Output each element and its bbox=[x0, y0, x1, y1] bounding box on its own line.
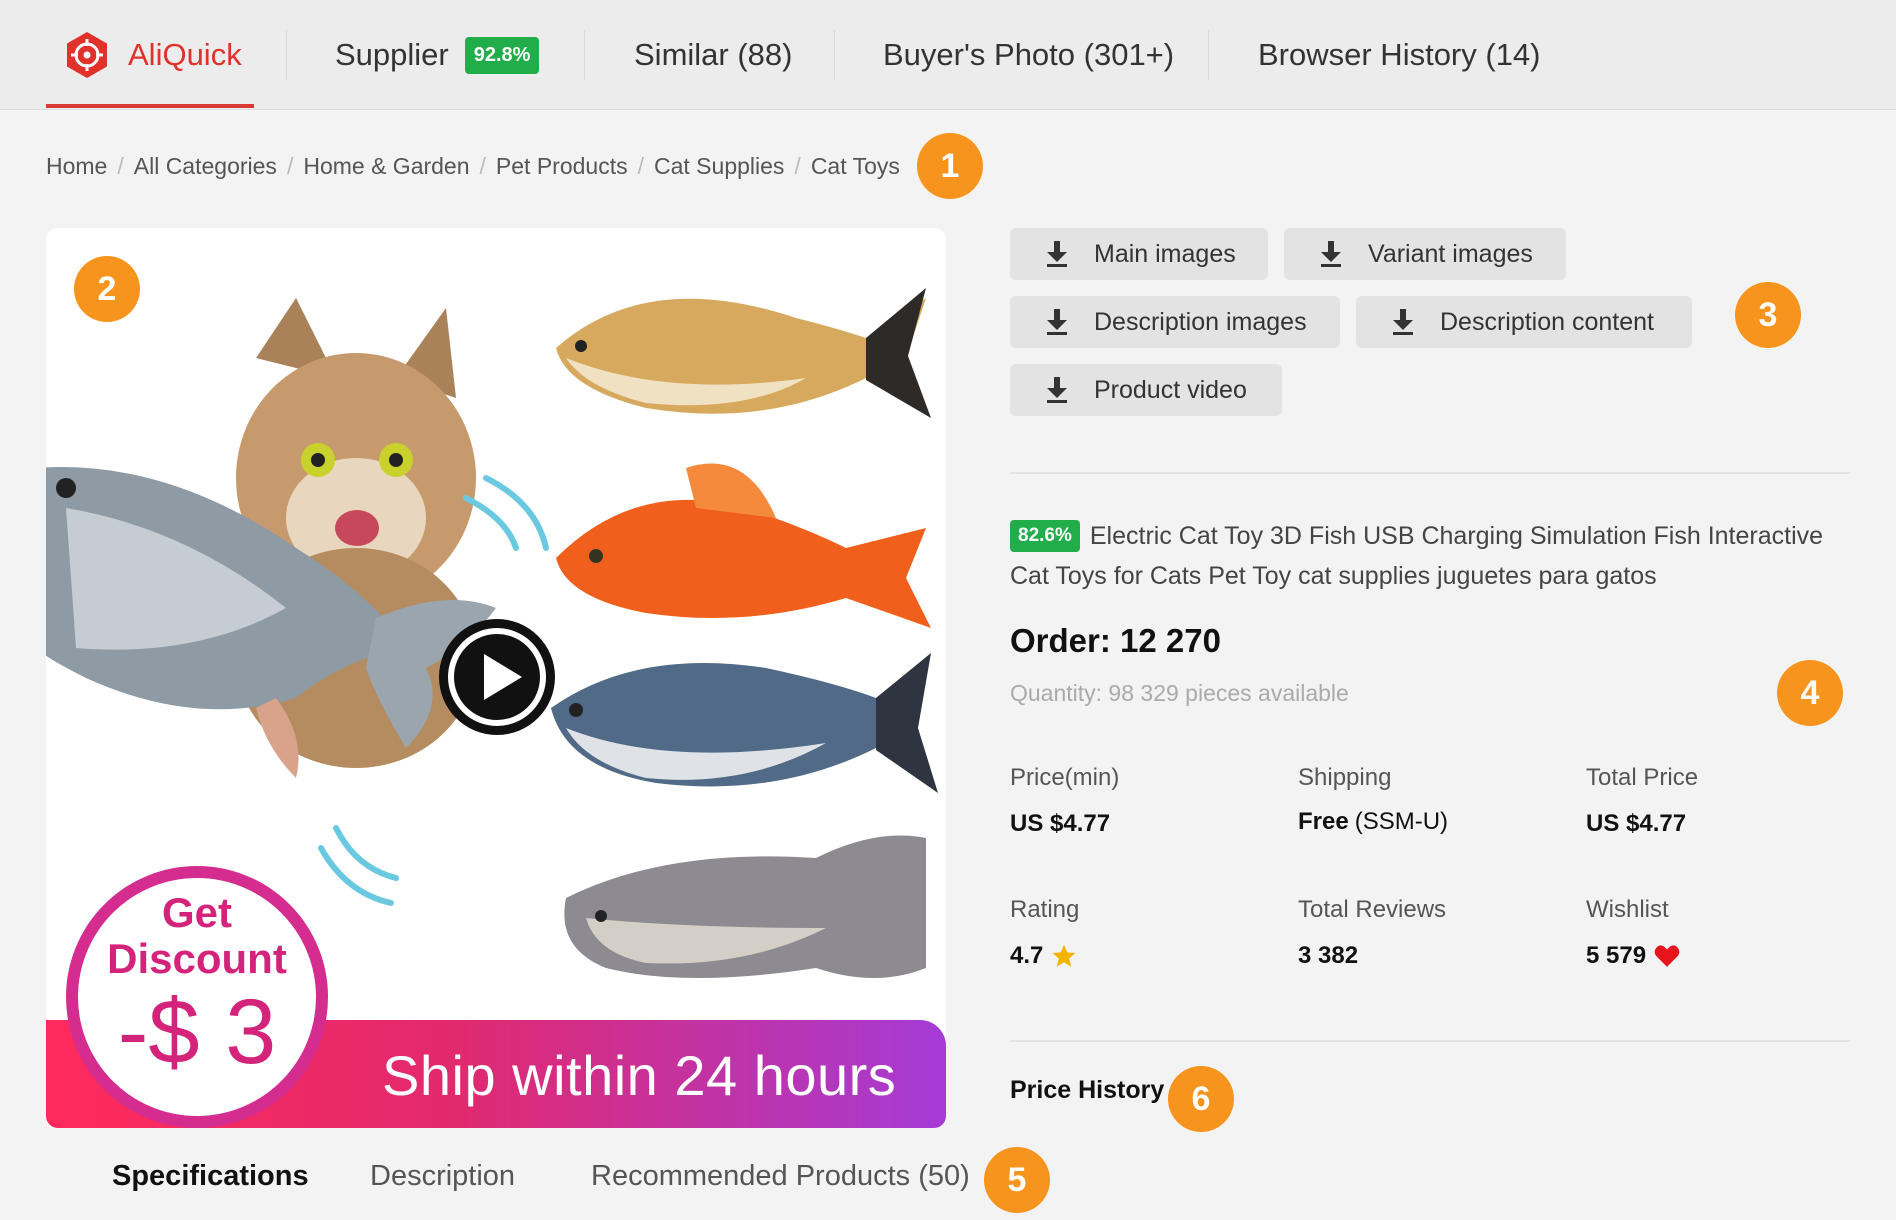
download-main-images-label: Main images bbox=[1094, 239, 1236, 268]
marker-2: 2 bbox=[74, 256, 140, 322]
star-icon bbox=[1052, 944, 1076, 967]
download-variant-images-label: Variant images bbox=[1368, 239, 1533, 268]
breadcrumb-home-garden[interactable]: Home & Garden bbox=[303, 153, 469, 180]
tab-specifications[interactable]: Specifications bbox=[112, 1160, 309, 1193]
tab-description[interactable]: Description bbox=[370, 1160, 515, 1193]
breadcrumb-cat-supplies[interactable]: Cat Supplies bbox=[654, 153, 784, 180]
crosshair-logo-icon bbox=[67, 32, 107, 78]
download-icon bbox=[1393, 309, 1413, 335]
marker-4: 4 bbox=[1777, 660, 1843, 726]
similar-tab-label: Similar (88) bbox=[634, 37, 793, 72]
breadcrumb-separator: / bbox=[117, 152, 124, 179]
active-tab-indicator bbox=[46, 104, 254, 108]
breadcrumb-pet-products[interactable]: Pet Products bbox=[496, 153, 628, 180]
product-title-text: Electric Cat Toy 3D Fish USB Charging Si… bbox=[1010, 522, 1824, 590]
marker-1: 1 bbox=[917, 133, 983, 199]
wishlist-label: Wishlist bbox=[1586, 896, 1669, 923]
marker-6: 6 bbox=[1168, 1066, 1234, 1132]
download-icon bbox=[1321, 241, 1341, 267]
buyers-photo-tab[interactable]: Buyer's Photo (301+) bbox=[883, 0, 1174, 110]
shipping-label: Shipping bbox=[1298, 764, 1392, 791]
price-min-value: US $4.77 bbox=[1010, 810, 1111, 837]
download-icon bbox=[1047, 241, 1067, 267]
breadcrumb-separator: / bbox=[794, 152, 801, 179]
nav-divider bbox=[286, 30, 287, 80]
download-product-video-button[interactable]: Product video bbox=[1010, 364, 1282, 416]
tab-recommended-products[interactable]: Recommended Products (50) bbox=[591, 1160, 970, 1193]
product-score-badge: 82.6% bbox=[1010, 520, 1080, 552]
buyers-photo-tab-label: Buyer's Photo (301+) bbox=[883, 37, 1175, 72]
breadcrumb-home[interactable]: Home bbox=[46, 153, 107, 180]
download-description-content-button[interactable]: Description content bbox=[1356, 296, 1692, 348]
breadcrumb: Home / All Categories / Home & Garden / … bbox=[46, 150, 900, 182]
download-icon bbox=[1047, 377, 1067, 403]
discount-badge: Get Discount -$ 3 bbox=[66, 866, 328, 1128]
discount-get-text: Get bbox=[161, 889, 232, 936]
breadcrumb-cat-toys[interactable]: Cat Toys bbox=[811, 153, 900, 180]
silver-fish-illustration bbox=[564, 835, 926, 978]
rating-label: Rating bbox=[1010, 896, 1080, 923]
supplier-score-badge: 92.8% bbox=[464, 36, 540, 74]
supplier-tab[interactable]: Supplier 92.8% bbox=[335, 0, 540, 110]
breadcrumb-separator: / bbox=[637, 152, 644, 179]
download-variant-images-button[interactable]: Variant images bbox=[1284, 228, 1566, 280]
browser-history-tab[interactable]: Browser History (14) bbox=[1258, 0, 1541, 110]
section-divider bbox=[1010, 472, 1850, 474]
order-count: Order: 12 270 bbox=[1010, 622, 1221, 659]
golden-fish-illustration bbox=[556, 288, 931, 418]
shipping-method: (SSM-U) bbox=[1354, 808, 1449, 835]
total-reviews-label: Total Reviews bbox=[1298, 896, 1447, 923]
similar-tab[interactable]: Similar (88) bbox=[634, 0, 792, 110]
download-description-images-label: Description images bbox=[1094, 307, 1307, 336]
brand-tab[interactable]: AliQuick bbox=[46, 0, 254, 110]
download-description-content-label: Description content bbox=[1440, 307, 1655, 336]
discount-amount: -$ 3 bbox=[117, 981, 277, 1083]
browser-history-tab-label: Browser History (14) bbox=[1258, 37, 1541, 72]
product-image[interactable]: Ship within 24 hours Get Discount -$ 3 2 bbox=[46, 228, 946, 1128]
discount-label-text: Discount bbox=[107, 935, 287, 982]
marker-5: 5 bbox=[984, 1147, 1050, 1213]
download-product-video-label: Product video bbox=[1094, 375, 1247, 404]
total-price-value: US $4.77 bbox=[1586, 810, 1687, 837]
shipping-cost: Free bbox=[1298, 808, 1349, 835]
rating-number: 4.7 bbox=[1010, 942, 1044, 969]
marker-3: 3 bbox=[1735, 282, 1801, 348]
brand-name: AliQuick bbox=[128, 37, 242, 72]
price-min-label: Price(min) bbox=[1010, 764, 1120, 791]
quantity-available: Quantity: 98 329 pieces available bbox=[1010, 680, 1349, 706]
shipping-banner-text: Ship within 24 hours bbox=[382, 1044, 897, 1107]
breadcrumb-all-categories[interactable]: All Categories bbox=[134, 153, 277, 180]
wishlist-value: 5 579 bbox=[1586, 942, 1680, 970]
breadcrumb-separator: / bbox=[479, 152, 486, 179]
price-history-link[interactable]: Price History bbox=[1010, 1076, 1164, 1105]
top-navigation: AliQuick Supplier 92.8% Similar (88) Buy… bbox=[0, 0, 1896, 110]
shipping-value: Free (SSM-U) bbox=[1298, 808, 1448, 836]
wishlist-count: 5 579 bbox=[1586, 942, 1647, 969]
orange-fish-illustration bbox=[556, 463, 931, 628]
rating-value: 4.7 bbox=[1010, 942, 1077, 970]
product-title: 82.6% Electric Cat Toy 3D Fish USB Chargi… bbox=[1010, 516, 1850, 596]
section-divider bbox=[1010, 1040, 1850, 1042]
supplier-tab-label: Supplier bbox=[335, 37, 449, 72]
nav-divider bbox=[834, 30, 835, 80]
breadcrumb-separator: / bbox=[286, 152, 294, 179]
download-main-images-button[interactable]: Main images bbox=[1010, 228, 1268, 280]
total-reviews-value: 3 382 bbox=[1298, 942, 1359, 969]
download-icon bbox=[1047, 309, 1067, 335]
heart-icon bbox=[1654, 945, 1680, 967]
total-price-label: Total Price bbox=[1586, 764, 1699, 791]
play-video-icon[interactable] bbox=[436, 616, 558, 738]
blue-fish-illustration bbox=[551, 653, 938, 793]
nav-divider bbox=[1208, 30, 1209, 80]
nav-divider bbox=[584, 30, 585, 80]
download-description-images-button[interactable]: Description images bbox=[1010, 296, 1340, 348]
